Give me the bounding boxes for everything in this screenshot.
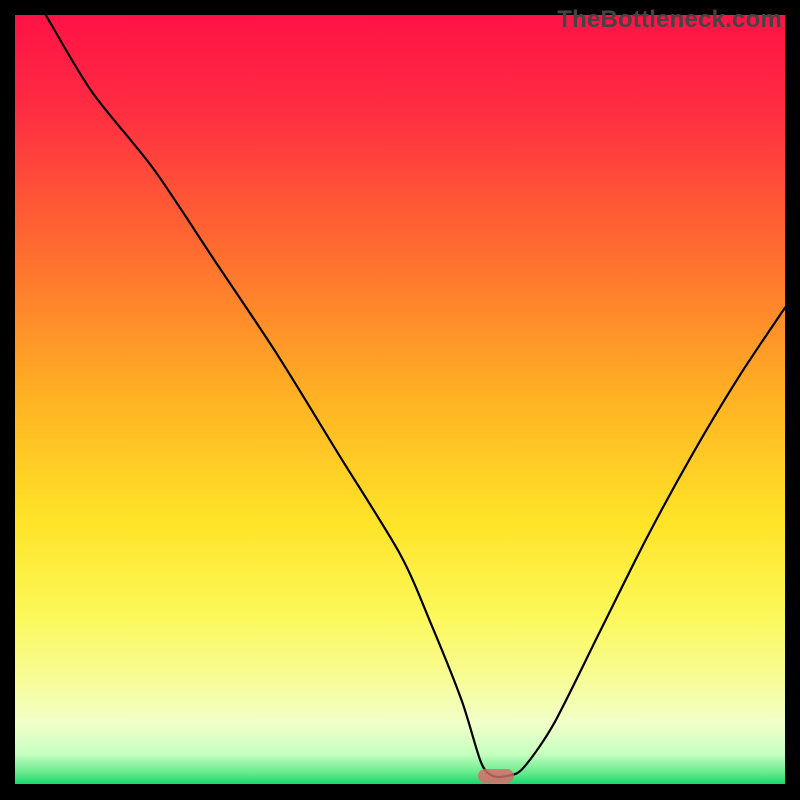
sweet-spot-marker (478, 769, 514, 783)
plot-area (15, 15, 785, 785)
chart-frame: TheBottleneck.com (0, 0, 800, 800)
watermark-text: TheBottleneck.com (557, 6, 782, 34)
chart-curve (15, 15, 785, 785)
